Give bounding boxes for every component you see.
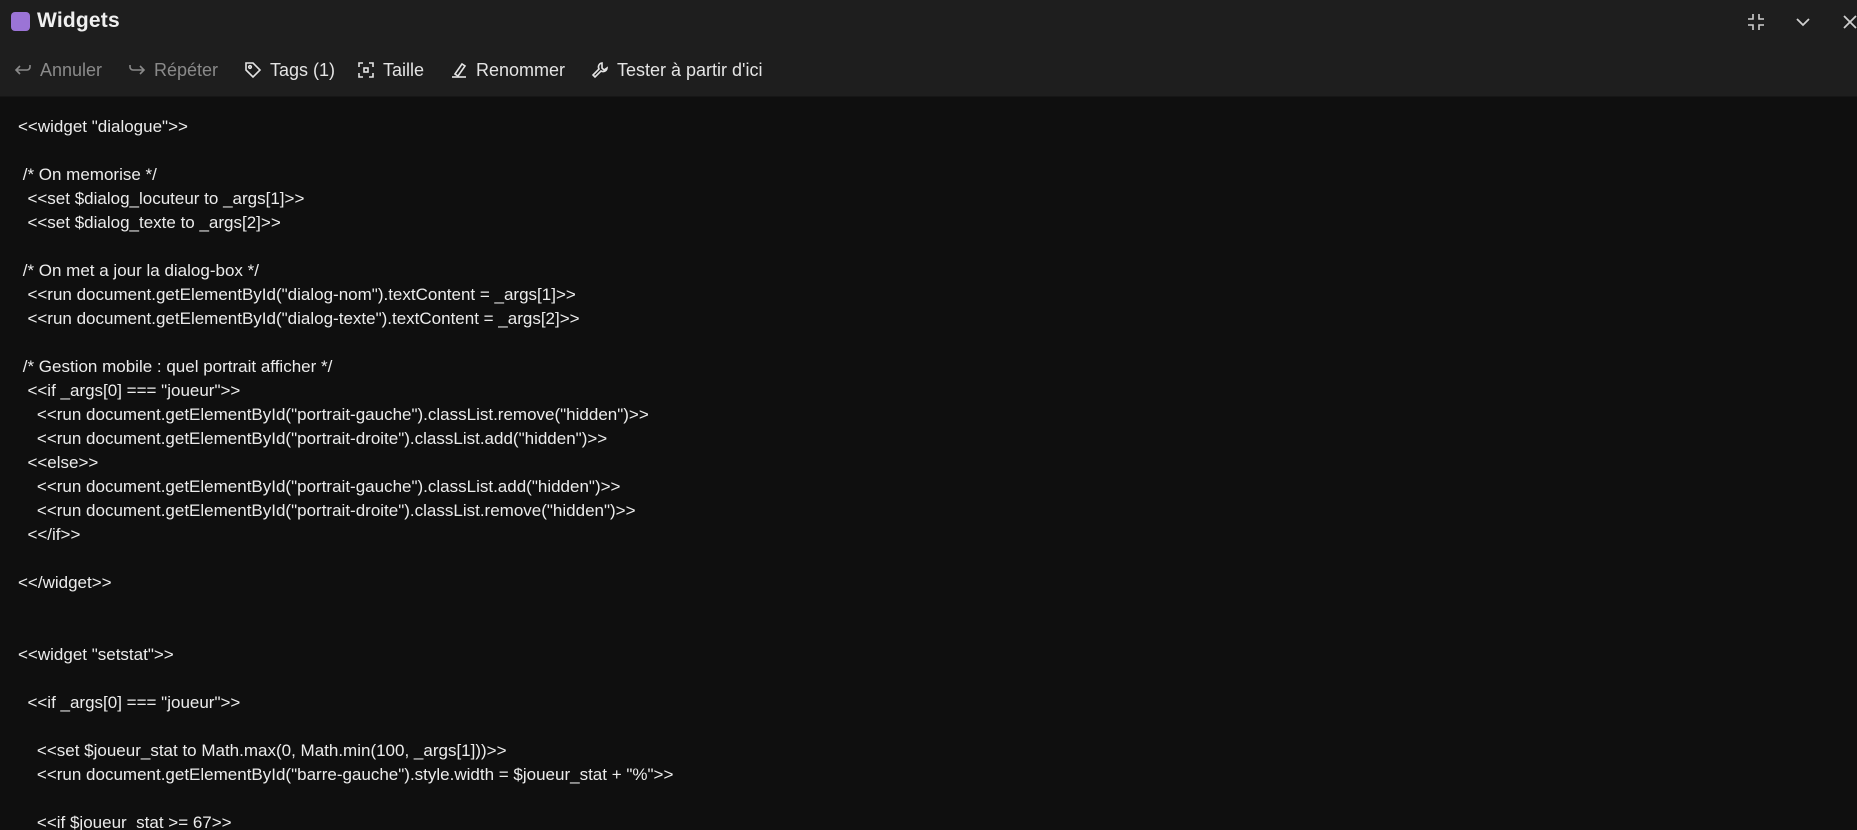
close-icon[interactable] <box>1838 10 1857 34</box>
code-line: <</widget>> <box>18 573 112 592</box>
toolbar: Annuler Répéter Tags (1) Taille Renommer… <box>0 44 1857 97</box>
code-line: /* On met a jour la dialog-box */ <box>18 261 259 280</box>
code-line: <<widget "setstat">> <box>18 645 174 664</box>
size-label: Taille <box>383 59 425 80</box>
code-line: <<run document.getElementById("barre-gau… <box>18 765 674 784</box>
test-from-here-button[interactable]: Tester à partir d'ici <box>591 58 763 82</box>
code-line: <<if _args[0] === "joueur">> <box>18 693 241 712</box>
code-line: /* Gestion mobile : quel portrait affich… <box>18 357 333 376</box>
chevron-down-icon[interactable] <box>1791 10 1815 34</box>
passage-color-swatch <box>11 12 30 31</box>
test-from-here-label: Tester à partir d'ici <box>617 59 763 80</box>
redo-icon <box>129 65 146 75</box>
shrink-icon[interactable] <box>1744 10 1768 34</box>
code-line: <<set $joueur_stat to Math.max(0, Math.m… <box>18 741 507 760</box>
tag-icon <box>245 62 262 79</box>
size-button[interactable]: Taille <box>357 58 424 82</box>
code-line: <<if _args[0] === "joueur">> <box>18 381 241 400</box>
code-line: <<if $joueur_stat >= 67>> <box>18 813 232 830</box>
window-title: Widgets <box>37 9 120 32</box>
tags-label: Tags (1) <box>270 59 336 80</box>
code-line: <<set $dialog_texte to _args[2]>> <box>18 213 281 232</box>
code-line: <</if>> <box>18 525 81 544</box>
code-line: <<run document.getElementById("portrait-… <box>18 477 621 496</box>
size-icon <box>358 62 374 78</box>
code-editor[interactable]: <<widget "dialogue">> /* On memorise */ … <box>0 97 1857 830</box>
rename-icon <box>452 62 467 78</box>
rename-label: Renommer <box>476 59 566 80</box>
code-line: <<else>> <box>18 453 99 472</box>
undo-label: Annuler <box>40 59 103 80</box>
redo-label: Répéter <box>154 59 219 80</box>
redo-button[interactable]: Répéter <box>128 58 218 82</box>
code-line: <<run document.getElementById("dialog-no… <box>18 285 576 304</box>
code-line: <<set $dialog_locuteur to _args[1]>> <box>18 189 305 208</box>
code-line: /* On memorise */ <box>18 165 157 184</box>
tags-button[interactable]: Tags (1) <box>244 58 335 82</box>
code-line: <<run document.getElementById("portrait-… <box>18 429 608 448</box>
code-line: <<run document.getElementById("dialog-te… <box>18 309 580 328</box>
wrench-icon <box>591 62 608 79</box>
rename-button[interactable]: Renommer <box>450 58 565 82</box>
code-line: <<run document.getElementById("portrait-… <box>18 405 649 424</box>
undo-icon <box>14 65 31 75</box>
code-line: <<widget "dialogue">> <box>18 117 188 136</box>
title-bar: Widgets <box>0 0 1857 44</box>
widget-editor-window: Widgets Annuler Répéter Tags (1) Taille … <box>0 0 1857 830</box>
undo-button[interactable]: Annuler <box>14 58 102 82</box>
code-line: <<run document.getElementById("portrait-… <box>18 501 636 520</box>
